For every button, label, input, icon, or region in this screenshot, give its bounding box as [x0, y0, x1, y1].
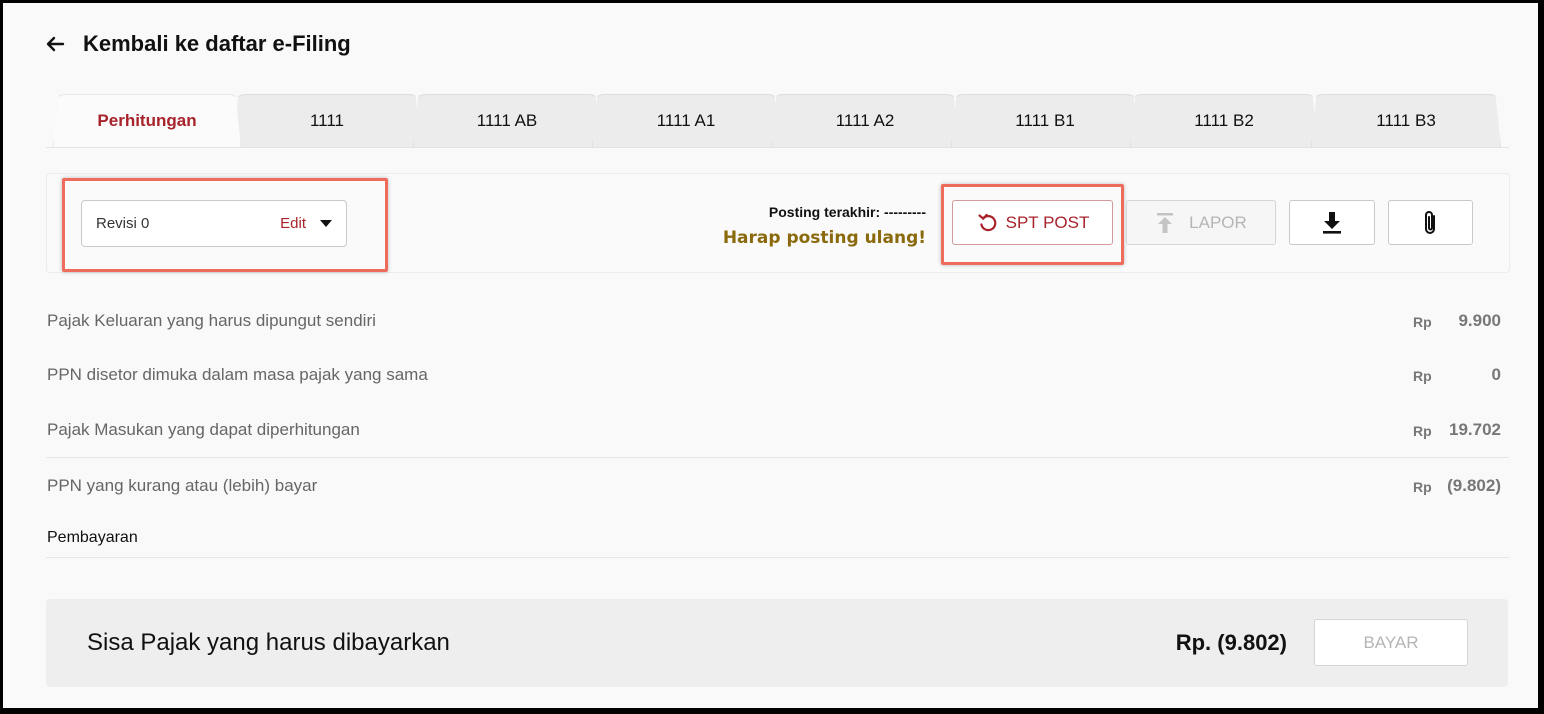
- tab-perhitungan[interactable]: Perhitungan: [53, 94, 241, 147]
- tab-1111-ab[interactable]: 1111 AB: [413, 94, 601, 147]
- back-link-label: Kembali ke daftar e-Filing: [83, 31, 351, 56]
- posting-last-label: Posting terakhir: ---------: [768, 204, 926, 220]
- row-label: Pajak Keluaran yang harus dipungut sendi…: [47, 311, 376, 330]
- revision-dropdown[interactable]: Revisi 0 Edit: [81, 200, 347, 247]
- app-window: Kembali ke daftar e-Filing Perhitungan 1…: [3, 3, 1538, 708]
- row-value: 0: [1491, 365, 1501, 384]
- tab-1111-a2[interactable]: 1111 A2: [771, 94, 959, 147]
- posting-status: Posting terakhir: --------- Harap postin…: [723, 204, 926, 248]
- arrow-left-icon: [46, 36, 65, 52]
- spt-post-label: SPT POST: [1005, 212, 1090, 232]
- posting-warning: Harap posting ulang!: [722, 228, 926, 248]
- attach-button[interactable]: [1388, 200, 1473, 245]
- lapor-label: LAPOR: [1189, 212, 1247, 232]
- revision-label: Revisi 0: [96, 215, 150, 232]
- row-value: (9.802): [1447, 476, 1501, 495]
- row-divider: [46, 557, 1509, 558]
- row-currency: Rp: [1413, 423, 1432, 439]
- download-button[interactable]: [1289, 200, 1375, 245]
- row-currency: Rp: [1413, 368, 1432, 384]
- caret-down-icon[interactable]: [320, 220, 332, 227]
- row-value: 9.900: [1458, 311, 1501, 330]
- row-currency: Rp: [1413, 479, 1432, 495]
- row-value: 19.702: [1449, 420, 1501, 439]
- upload-icon: [1157, 212, 1174, 233]
- row-label: PPN disetor dimuka dalam masa pajak yang…: [47, 365, 428, 384]
- bayar-button[interactable]: BAYAR: [1314, 619, 1468, 666]
- row-label: PPN yang kurang atau (lebih) bayar: [47, 476, 318, 495]
- tab-1111-b3[interactable]: 1111 B3: [1311, 94, 1501, 147]
- paperclip-icon: [1424, 210, 1435, 234]
- summary-title: Sisa Pajak yang harus dibayarkan: [87, 629, 450, 656]
- tab-1111-b1[interactable]: 1111 B1: [951, 94, 1139, 147]
- tab-1111-b2[interactable]: 1111 B2: [1130, 94, 1318, 147]
- row-currency: Rp: [1413, 314, 1432, 330]
- spt-post-button[interactable]: SPT POST: [952, 200, 1113, 245]
- tab-1111[interactable]: 1111: [233, 94, 421, 147]
- back-link[interactable]: Kembali ke daftar e-Filing: [43, 31, 351, 57]
- tab-1111-a1[interactable]: 1111 A1: [592, 94, 780, 147]
- summary-amount: Rp. (9.802): [1175, 630, 1287, 655]
- summary-panel: Sisa Pajak yang harus dibayarkan Rp. (9.…: [46, 599, 1508, 687]
- download-icon: [1323, 211, 1341, 234]
- lapor-button[interactable]: LAPOR: [1126, 200, 1276, 245]
- edit-link[interactable]: Edit: [280, 215, 306, 232]
- row-divider: [46, 457, 1509, 458]
- payment-section-label: Pembayaran: [47, 529, 138, 546]
- refresh-icon: [978, 213, 996, 231]
- row-label: Pajak Masukan yang dapat diperhitungan: [47, 420, 360, 439]
- tab-divider: [46, 147, 1509, 148]
- tab-bar: Perhitungan 1111 1111 AB 1111 A1 1111 A2…: [53, 94, 1513, 147]
